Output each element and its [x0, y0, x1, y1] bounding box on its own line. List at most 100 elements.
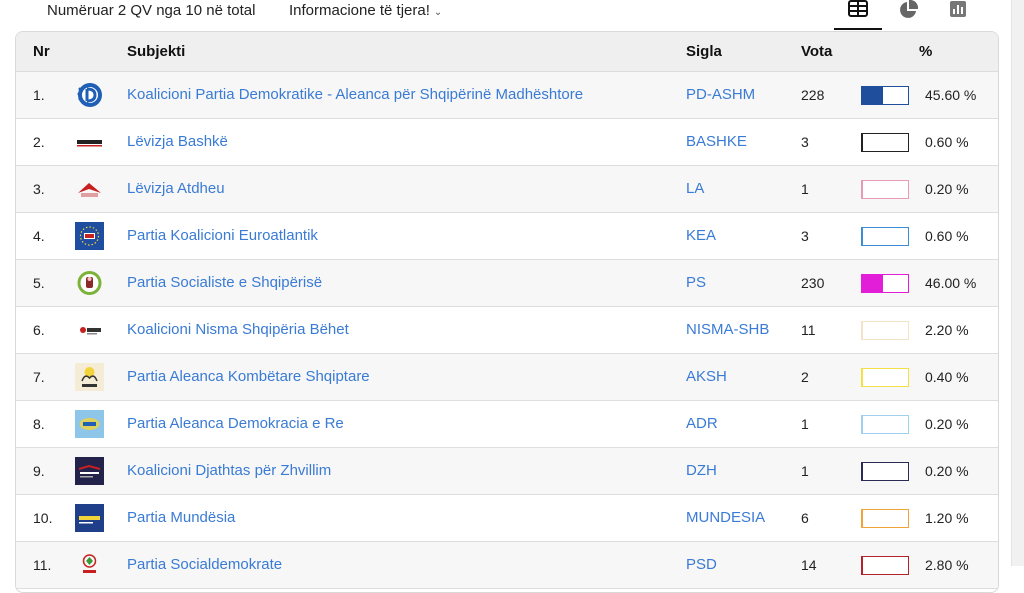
- percent-bar-fill: [862, 510, 863, 527]
- vote-count: 14: [801, 542, 817, 588]
- table-header: Nr Subjekti Sigla Vota %: [16, 32, 998, 72]
- row-number: 6.: [33, 307, 45, 353]
- vote-count: 228: [801, 72, 824, 118]
- table-row: 7. Partia Aleanca Kombëtare Shqiptare AKSH…: [16, 354, 998, 401]
- nisma-logo: [75, 316, 104, 344]
- percent-bar: [861, 86, 909, 105]
- row-number: 9.: [33, 448, 45, 494]
- vote-percent: 0.60 %: [925, 119, 969, 165]
- psd-logo: [75, 551, 104, 579]
- pd-logo: [75, 81, 104, 109]
- adr-logo: [75, 410, 104, 438]
- vote-count: 1: [801, 401, 809, 447]
- counted-stations-text: Numëruar 2 QV nga 10 në total: [47, 2, 255, 19]
- party-name-link[interactable]: Partia Socialdemokrate: [127, 542, 282, 588]
- party-name-link[interactable]: Partia Aleanca Kombëtare Shqiptare: [127, 354, 370, 400]
- bashke-logo: [75, 128, 104, 156]
- percent-bar: [861, 133, 909, 152]
- row-number: 10.: [33, 495, 52, 541]
- table-row: 4.Partia Koalicioni EuroatlantikKEA30.60…: [16, 213, 998, 260]
- vote-percent: 0.20 %: [925, 448, 969, 494]
- header-sigla: Sigla: [686, 43, 722, 60]
- aksh-logo: [75, 363, 104, 391]
- dzh-logo: [75, 457, 104, 485]
- vote-count: 6: [801, 495, 809, 541]
- party-acronym: PS: [686, 260, 706, 306]
- party-name-link[interactable]: Partia Aleanca Demokracia e Re: [127, 401, 344, 447]
- table-icon: [848, 0, 868, 18]
- row-number: 5.: [33, 260, 45, 306]
- party-name-link[interactable]: Partia Koalicioni Euroatlantik: [127, 213, 318, 259]
- kea-logo: [75, 222, 104, 250]
- party-name-link[interactable]: Lëvizja Atdheu: [127, 166, 225, 212]
- party-acronym: LA: [686, 166, 704, 212]
- results-table: Nr Subjekti Sigla Vota % 1. Koalicioni Pa…: [15, 31, 999, 593]
- party-name-link[interactable]: Koalicioni Djathtas për Zhvillim: [127, 448, 331, 494]
- header-nr: Nr: [33, 43, 50, 60]
- vote-count: 2: [801, 354, 809, 400]
- percent-bar: [861, 415, 909, 434]
- party-name-link[interactable]: Partia Mundësia: [127, 495, 235, 541]
- vote-count: 3: [801, 119, 809, 165]
- chevron-down-icon: ⌄: [434, 7, 442, 18]
- row-number: 1.: [33, 72, 45, 118]
- party-acronym: KEA: [686, 213, 716, 259]
- results-toolbar: Numëruar 2 QV nga 10 në total Informacio…: [0, 0, 1024, 30]
- vote-percent: 0.20 %: [925, 166, 969, 212]
- ps-logo: [75, 269, 104, 297]
- party-acronym: MUNDESIA: [686, 495, 765, 541]
- row-number: 4.: [33, 213, 45, 259]
- header-vota: Vota: [801, 43, 832, 60]
- vote-percent: 45.60 %: [925, 72, 976, 118]
- party-name-link[interactable]: Partia Socialiste e Shqipërisë: [127, 260, 322, 306]
- table-row: 9.Koalicioni Djathtas për ZhvillimDZH10.…: [16, 448, 998, 495]
- table-row: 10. Partia Mundësia MUNDESIA 6 1.20 %: [16, 495, 998, 542]
- header-percent: %: [919, 43, 932, 60]
- percent-bar: [861, 274, 909, 293]
- table-row: 3. Lëvizja Atdheu LA 1 0.20 %: [16, 166, 998, 213]
- vote-count: 1: [801, 166, 809, 212]
- table-row: 6. Koalicioni Nisma Shqipëria Bëhet NISMA-…: [16, 307, 998, 354]
- row-number: 11.: [33, 542, 51, 588]
- row-number: 2.: [33, 119, 45, 165]
- party-acronym: DZH: [686, 448, 717, 494]
- bar-chart-icon: [949, 0, 967, 18]
- vote-percent: 0.40 %: [925, 354, 969, 400]
- header-subjekti: Subjekti: [127, 43, 185, 60]
- page-scrollbar[interactable]: [1011, 0, 1024, 566]
- table-row: 5. Partia Socialiste e Shqipërisë PS 230 46.…: [16, 260, 998, 307]
- vote-percent: 0.60 %: [925, 213, 969, 259]
- vote-count: 230: [801, 260, 824, 306]
- mundesia-logo: [75, 504, 104, 532]
- party-name-link[interactable]: Koalicioni Partia Demokratike - Aleanca …: [127, 72, 583, 118]
- pie-view-button[interactable]: [884, 0, 932, 30]
- party-name-link[interactable]: Lëvizja Bashkë: [127, 119, 228, 165]
- la-logo: [75, 175, 104, 203]
- percent-bar: [861, 462, 909, 481]
- party-acronym: AKSH: [686, 354, 727, 400]
- percent-bar: [861, 321, 909, 340]
- vote-percent: 2.80 %: [925, 542, 969, 588]
- vote-count: 11: [801, 307, 816, 353]
- vote-percent: 0.20 %: [925, 401, 969, 447]
- table-row: 2. Lëvizja Bashkë BASHKE 3 0.60 %: [16, 119, 998, 166]
- party-name-link[interactable]: Koalicioni Nisma Shqipëria Bëhet: [127, 307, 349, 353]
- percent-bar-fill: [862, 275, 883, 292]
- row-number: 8.: [33, 401, 45, 447]
- vote-percent: 46.00 %: [925, 260, 976, 306]
- vote-percent: 1.20 %: [925, 495, 969, 541]
- bar-view-button[interactable]: [934, 0, 982, 30]
- party-acronym: PSD: [686, 542, 717, 588]
- more-info-label: Informacione të tjera!: [289, 2, 430, 19]
- party-acronym: PD-ASHM: [686, 72, 755, 118]
- row-number: 7.: [33, 354, 45, 400]
- percent-bar: [861, 509, 909, 528]
- table-row: 8.Partia Aleanca Demokracia e ReADR10.20…: [16, 401, 998, 448]
- party-acronym: BASHKE: [686, 119, 747, 165]
- percent-bar-fill: [862, 322, 863, 339]
- row-number: 3.: [33, 166, 45, 212]
- table-view-button[interactable]: [834, 0, 882, 30]
- more-info-dropdown[interactable]: Informacione të tjera! ⌄: [289, 2, 442, 19]
- percent-bar: [861, 368, 909, 387]
- party-acronym: NISMA-SHB: [686, 307, 769, 353]
